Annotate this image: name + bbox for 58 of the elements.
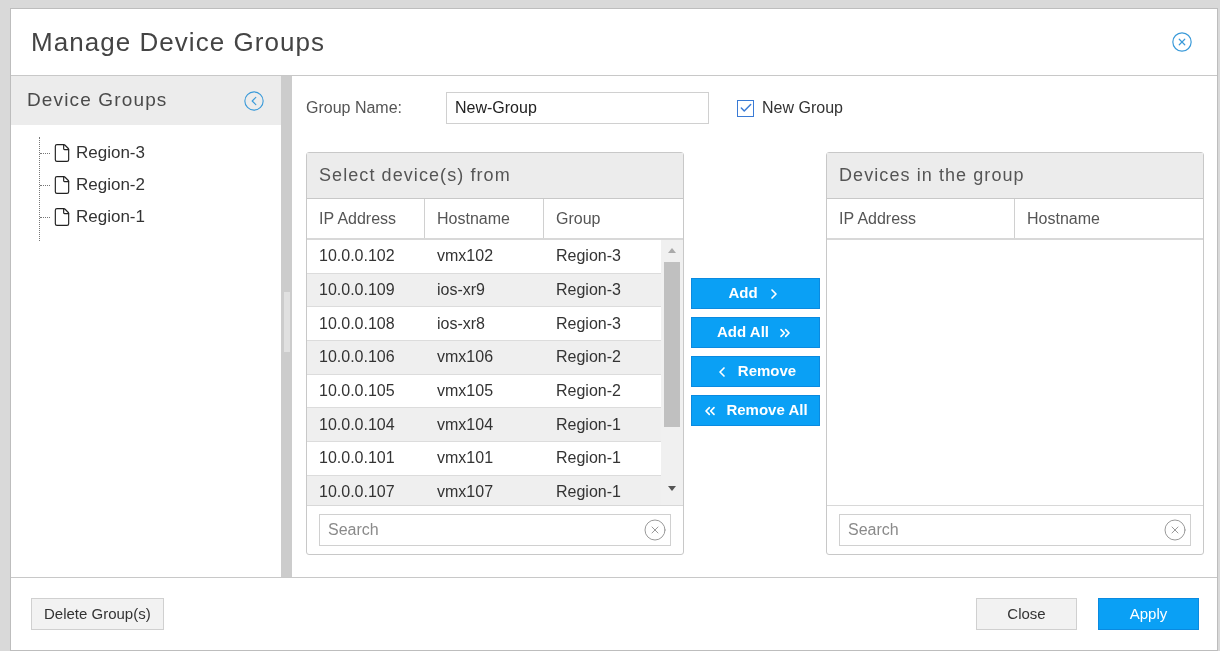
file-icon: [52, 175, 72, 195]
column-header[interactable]: Hostname: [1015, 199, 1203, 238]
file-icon: [52, 143, 72, 163]
table-cell-text: 10.0.0.102: [318, 246, 396, 267]
table-cell-text: Region-2: [555, 381, 622, 402]
panel-title: Select device(s) from: [307, 153, 683, 199]
table-cell-text: 10.0.0.107: [318, 482, 396, 503]
tree-item[interactable]: Region-2: [76, 172, 145, 198]
table-cell-text: vmx101: [436, 448, 495, 469]
clear-icon[interactable]: [1163, 518, 1187, 542]
checkbox[interactable]: [737, 99, 754, 117]
field-label: Group Name:: [306, 98, 404, 118]
sidebar-title: Device Groups: [27, 88, 168, 113]
table-cell-text: Region-3: [555, 280, 622, 301]
table-row[interactable]: 10.0.0.104 vmx104 Region-1: [307, 408, 661, 443]
tree-item[interactable]: Region-3: [76, 140, 145, 166]
scroll-down-icon[interactable]: [668, 486, 676, 491]
search-field[interactable]: Search: [319, 514, 671, 546]
column-header[interactable]: IP Address: [307, 199, 425, 238]
table-cell-text: 10.0.0.106: [318, 347, 396, 368]
table-cell-text: vmx105: [436, 381, 495, 402]
clear-icon[interactable]: [643, 518, 667, 542]
table-row[interactable]: 10.0.0.109 ios-xr9 Region-3: [307, 273, 661, 308]
scrollbar[interactable]: [661, 240, 683, 505]
table-cell-text: 10.0.0.104: [318, 414, 396, 435]
table-cell-text: Region-2: [555, 347, 622, 368]
collapse-icon[interactable]: [243, 89, 265, 112]
table-cell-text: ios-xr9: [436, 280, 486, 301]
table-cell-text: vmx106: [436, 347, 495, 368]
column-header[interactable]: Hostname: [425, 199, 544, 238]
tree-item[interactable]: Region-1: [76, 204, 145, 230]
table-cell-text: 10.0.0.101: [318, 448, 396, 469]
dialog-title: Manage Device Groups: [31, 25, 325, 59]
delete-button[interactable]: Delete Group(s): [31, 598, 164, 630]
table-cell-text: 10.0.0.109: [318, 280, 396, 301]
table-cell-text: Region-1: [555, 414, 622, 435]
close-button[interactable]: Close: [976, 598, 1077, 630]
table-cell-text: 10.0.0.105: [318, 381, 396, 402]
table-row[interactable]: 10.0.0.107 vmx107 Region-1: [307, 475, 661, 505]
search-field[interactable]: Search: [839, 514, 1191, 546]
column-header[interactable]: IP Address: [827, 199, 1015, 238]
file-icon: [52, 207, 72, 227]
table-cell-text: vmx102: [436, 246, 495, 267]
table-cell-text: Region-1: [555, 448, 622, 469]
table-cell-text: Region-3: [555, 313, 622, 334]
table-cell-text: vmx107: [436, 482, 495, 503]
column-header[interactable]: Group: [544, 199, 683, 238]
table-cell-text: vmx104: [436, 414, 495, 435]
panel-title: Devices in the group: [827, 153, 1203, 199]
scroll-up-icon[interactable]: [668, 248, 676, 253]
table-row[interactable]: 10.0.0.106 vmx106 Region-2: [307, 341, 661, 375]
close-icon[interactable]: [1171, 31, 1193, 53]
table-cell-text: ios-xr8: [436, 313, 486, 334]
table-cell-text: Region-1: [555, 482, 622, 503]
group-name-field[interactable]: New-Group: [446, 92, 709, 124]
table-cell-text: Region-3: [555, 246, 622, 267]
checkbox-label: New Group: [762, 98, 843, 118]
table-cell-text: 10.0.0.108: [318, 313, 396, 334]
